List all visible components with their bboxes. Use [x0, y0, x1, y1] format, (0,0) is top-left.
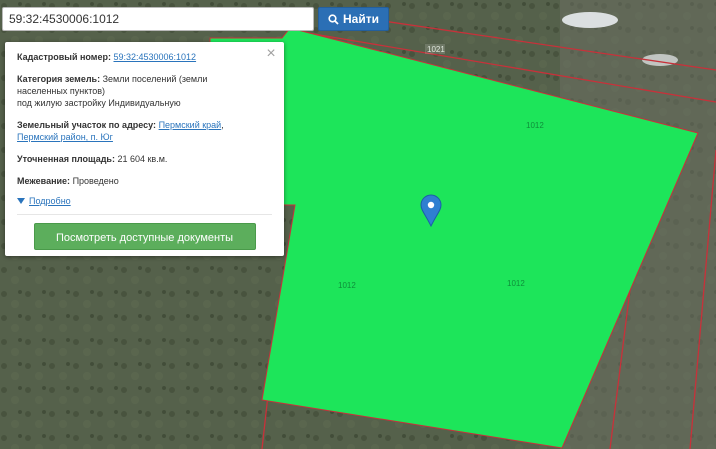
search-bar: Найти [2, 7, 389, 33]
land-category-label: Категория земель: [17, 74, 101, 84]
address-row: Земельный участок по адресу: Пермский кр… [17, 119, 272, 143]
address-separator: , [221, 120, 224, 130]
survey-value: Проведено [72, 176, 119, 186]
land-category-value: Земли поселений (земли [102, 74, 208, 84]
survey-label: Межевание: [17, 176, 71, 186]
close-icon[interactable]: × [264, 46, 278, 62]
snow-patch [562, 12, 618, 28]
address-region-link[interactable]: Пермский край [159, 120, 222, 130]
land-category-value: населенных пунктов) [17, 86, 106, 96]
parcel-info-popup: × Кадастровый номер: 59:32:4530006:1012 … [5, 42, 284, 256]
cadastral-number-row: Кадастровый номер: 59:32:4530006:1012 [17, 51, 272, 63]
svg-text:1021: 1021 [427, 45, 445, 54]
cadastral-number-label: Кадастровый номер: [17, 52, 111, 62]
parcel-label: 1012 [507, 279, 525, 288]
area-label: Уточненная площадь: [17, 154, 115, 164]
address-locality-link[interactable]: Пермский район, п. Юг [17, 132, 113, 142]
search-button-label: Найти [343, 12, 379, 26]
search-icon [328, 13, 339, 25]
cadastral-number-link[interactable]: 59:32:4530006:1012 [113, 52, 196, 62]
divider [17, 214, 272, 215]
search-input[interactable] [2, 7, 314, 31]
area-value: 21 604 кв.м. [117, 154, 168, 164]
parcel-label: 1021 [425, 44, 445, 54]
chevron-down-icon [17, 198, 25, 204]
survey-row: Межевание: Проведено [17, 175, 272, 187]
view-documents-button[interactable]: Посмотреть доступные документы [33, 223, 256, 250]
parcel-label: 1012 [526, 121, 544, 130]
land-category-value: под жилую застройку Индивидуальную [17, 98, 181, 108]
land-category-row: Категория земель: Земли поселений (земли… [17, 73, 272, 109]
address-label: Земельный участок по адресу: [17, 120, 157, 130]
details-link[interactable]: Подробно [29, 195, 71, 207]
parcel-label: 1012 [338, 281, 356, 290]
search-button[interactable]: Найти [318, 7, 389, 31]
area-row: Уточненная площадь: 21 604 кв.м. [17, 153, 272, 165]
details-toggle[interactable]: Подробно [17, 195, 272, 207]
